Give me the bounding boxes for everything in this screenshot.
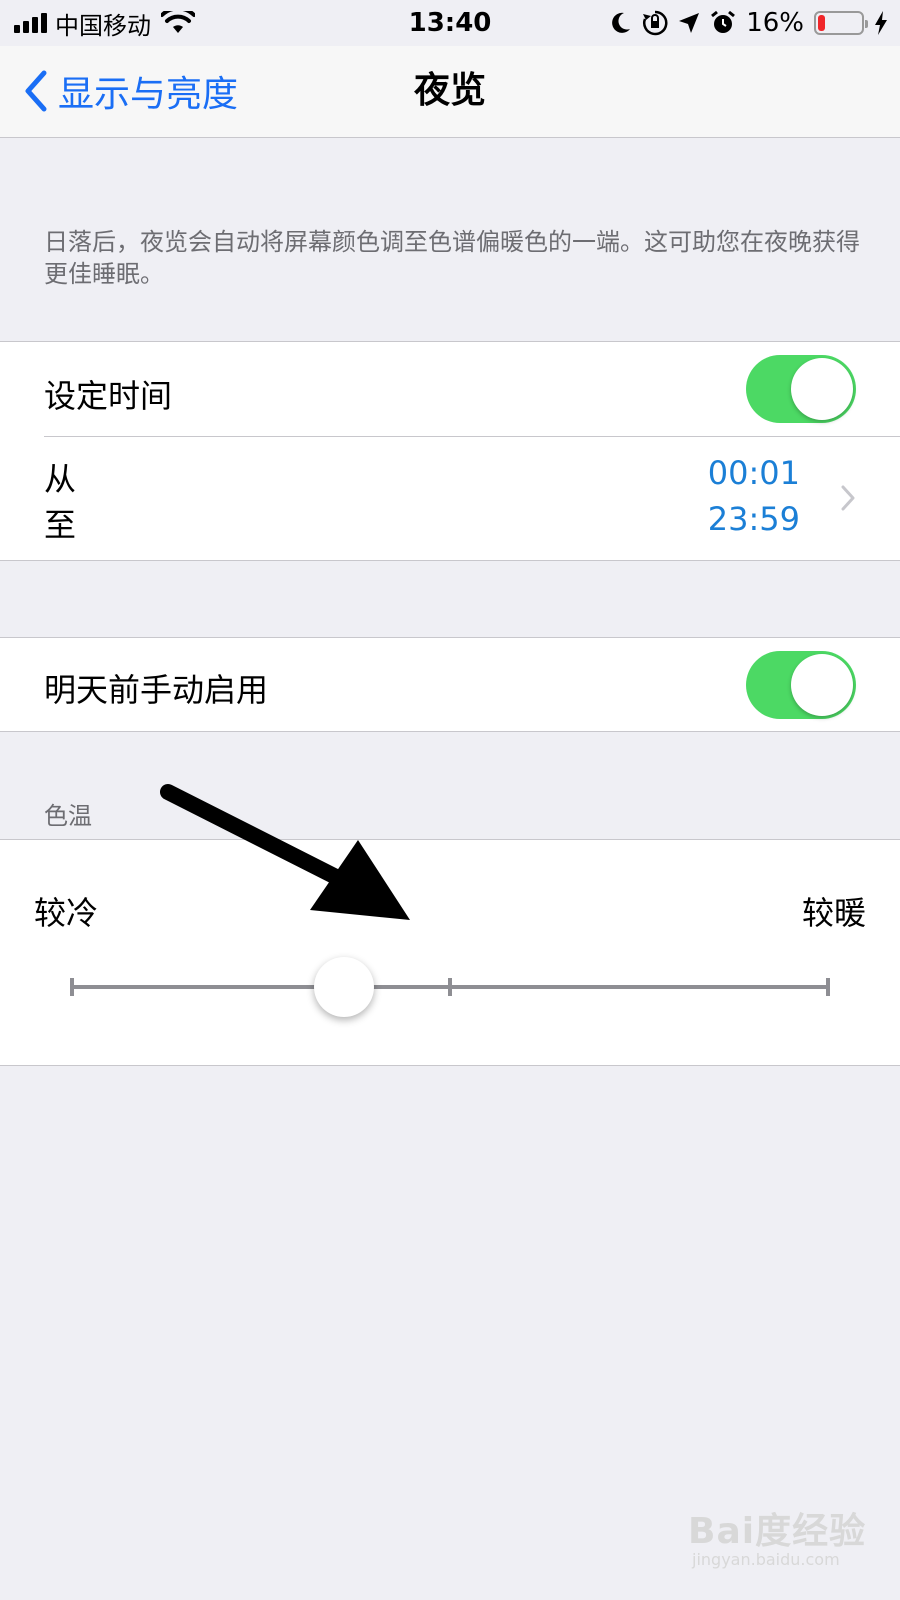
switch-knob [791, 654, 853, 716]
manual-label: 明天前手动启用 [44, 671, 269, 709]
screen: 中国移动 13:40 16% 显示与亮度 夜览 日落后，夜览会自动将屏幕颜色调至… [0, 0, 900, 1600]
charging-icon [875, 11, 887, 35]
switch-knob [791, 358, 853, 420]
page-title: 夜览 [413, 70, 486, 111]
slider-tick [448, 978, 452, 996]
slider-tick [826, 978, 830, 996]
watermark-logo: Bai度经验 jingyan.baidu.com [688, 1492, 888, 1582]
watermark-url: jingyan.baidu.com [692, 1550, 840, 1569]
battery-fill [818, 15, 825, 31]
to-time: 23:59 [707, 500, 800, 538]
schedule-group: 设定时间 从 至 00:01 23:59 [0, 341, 900, 561]
manual-row: 明天前手动启用 [0, 638, 900, 732]
color-temp-slider-thumb[interactable] [314, 957, 375, 1017]
battery-icon [814, 11, 868, 35]
status-right: 16% [610, 6, 888, 40]
slider-tick [70, 978, 74, 996]
rotation-lock-icon [643, 10, 668, 36]
color-temp-group: 较冷 较暖 [0, 839, 900, 1066]
color-temp-header: 色温 [44, 802, 92, 830]
navigation-bar: 显示与亮度 夜览 [0, 46, 900, 138]
battery-tip [865, 20, 868, 28]
from-label: 从 [44, 460, 77, 498]
status-bar: 中国移动 13:40 16% [0, 0, 900, 46]
warmer-label: 较暖 [801, 894, 866, 932]
scheduled-row: 设定时间 [0, 342, 900, 436]
cooler-label: 较冷 [34, 894, 99, 932]
moon-icon [612, 12, 631, 33]
manual-group: 明天前手动启用 [0, 637, 900, 732]
from-time: 00:01 [707, 454, 800, 492]
location-icon [679, 13, 700, 33]
scheduled-label: 设定时间 [44, 377, 173, 415]
chevron-right-icon [841, 485, 855, 511]
watermark-text: Bai度经验 [688, 1511, 867, 1552]
annotation-arrow-icon [160, 784, 410, 920]
alarm-icon [711, 10, 736, 33]
night-shift-description: 日落后，夜览会自动将屏幕颜色调至色谱偏暖色的一端。这可助您在夜晚获得更佳睡眠。 [44, 228, 860, 288]
manual-switch[interactable] [746, 651, 856, 719]
scheduled-switch[interactable] [746, 355, 856, 423]
to-label: 至 [44, 506, 77, 544]
schedule-time-row[interactable]: 从 至 00:01 23:59 [0, 436, 900, 560]
battery-percent: 16% [746, 8, 804, 38]
